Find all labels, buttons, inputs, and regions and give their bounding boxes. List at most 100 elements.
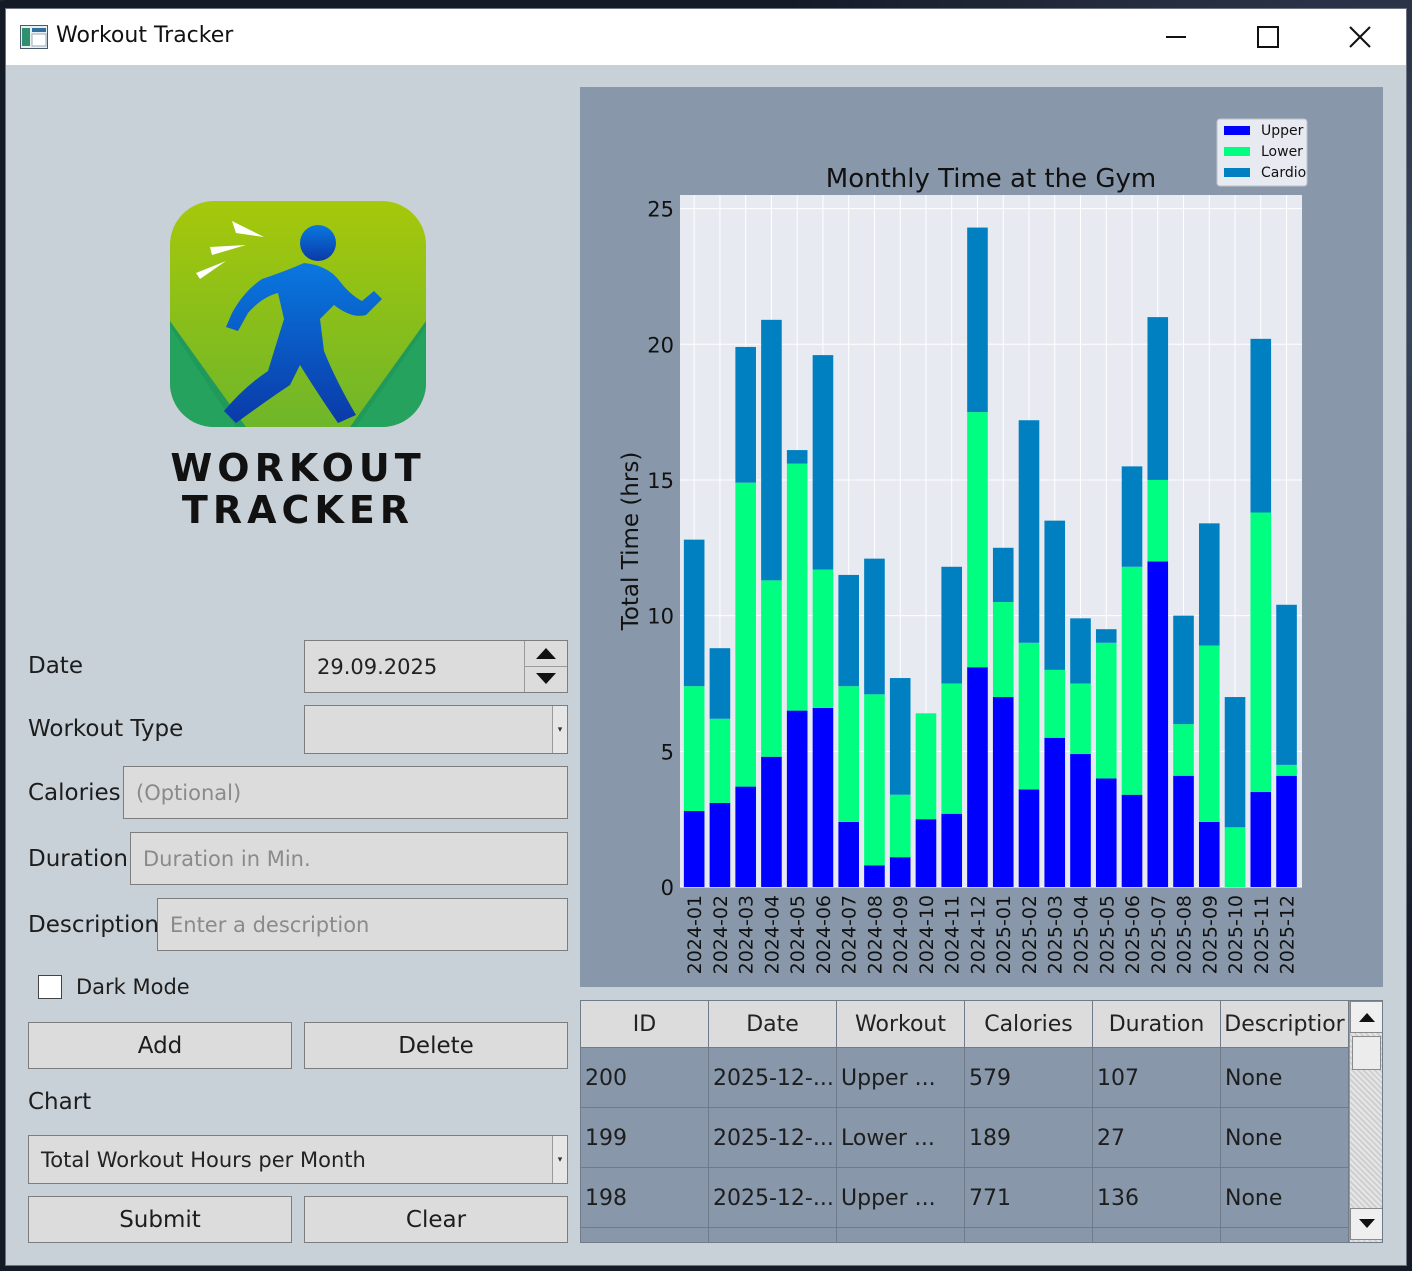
bar-cardio [1198, 523, 1220, 646]
column-header[interactable]: Duration [1093, 1001, 1221, 1048]
maximize-icon [1257, 26, 1279, 48]
minimize-button[interactable] [1130, 9, 1222, 65]
table-cell[interactable]: None [1221, 1168, 1349, 1228]
date-decrement-button[interactable] [525, 667, 567, 693]
bar-lower [1044, 669, 1066, 738]
delete-button[interactable]: Delete [304, 1022, 568, 1069]
table-cell[interactable]: 200 [581, 1048, 709, 1108]
table-cell[interactable] [709, 1228, 837, 1242]
table-cell[interactable] [1221, 1228, 1349, 1242]
workout-type-select[interactable]: ▾ [304, 705, 568, 754]
table-cell[interactable]: Lower ... [837, 1108, 965, 1168]
x-tick-label: 2025-08 [1174, 895, 1196, 974]
y-tick-label: 0 [661, 876, 674, 900]
bar-cardio [1044, 520, 1066, 670]
column-header[interactable]: Date [709, 1001, 837, 1048]
table-cell[interactable]: Upper ... [837, 1168, 965, 1228]
bar-cardio [1250, 338, 1272, 513]
date-spinner [524, 641, 567, 692]
bar-cardio [838, 574, 860, 687]
table-cell[interactable]: 136 [1093, 1168, 1221, 1228]
table-cell[interactable]: 2025-12-... [709, 1108, 837, 1168]
x-tick-label: 2025-11 [1251, 895, 1273, 974]
vertical-scrollbar[interactable] [1349, 1001, 1382, 1242]
bar-cardio [967, 227, 988, 413]
x-tick-label: 2025-07 [1148, 895, 1170, 974]
logo-line1: WORKOUT [170, 446, 425, 490]
legend-label: Upper [1261, 123, 1304, 139]
bar-upper [967, 667, 988, 887]
bar-cardio [1018, 420, 1040, 643]
app-icon [20, 25, 48, 49]
submit-button[interactable]: Submit [28, 1196, 292, 1243]
description-input[interactable]: Enter a description [157, 898, 568, 951]
monthly-time-chart: 05101520252024-01 2024-02 2024-03 2024-04 20… [618, 118, 1308, 974]
y-tick-label: 10 [647, 605, 674, 629]
table-cell[interactable] [581, 1228, 709, 1242]
table-row[interactable]: 200 2025-12-... Upper ... 579 107 None [581, 1048, 1349, 1108]
dark-mode-checkbox[interactable] [38, 975, 62, 999]
table-cell[interactable]: None [1221, 1108, 1349, 1168]
scroll-up-button[interactable] [1350, 1001, 1382, 1033]
table-cell[interactable]: 2025-12-... [709, 1168, 837, 1228]
calories-placeholder: (Optional) [136, 780, 242, 805]
scroll-thumb[interactable] [1352, 1036, 1381, 1070]
window-title: Workout Tracker [56, 23, 234, 48]
add-button[interactable]: Add [28, 1022, 292, 1069]
date-increment-button[interactable] [525, 641, 567, 667]
legend-label: Lower [1261, 144, 1303, 160]
bar-cardio [1173, 615, 1194, 725]
table-cell[interactable]: 189 [965, 1108, 1093, 1168]
scroll-down-button[interactable] [1350, 1208, 1382, 1240]
bar-lower [812, 569, 834, 708]
bar-cardio [864, 558, 885, 695]
column-header[interactable]: Calories [965, 1001, 1093, 1048]
bar-upper [1276, 775, 1297, 887]
table-cell[interactable]: 579 [965, 1048, 1093, 1108]
table-row[interactable]: 198 2025-12-... Upper ... 771 136 None [581, 1168, 1349, 1228]
table-cell[interactable] [965, 1228, 1093, 1242]
workout-table: ID Date Workout Calories Duration Descriptior… [580, 1000, 1383, 1243]
table-cell[interactable]: 198 [581, 1168, 709, 1228]
bar-lower [889, 794, 911, 858]
bar-upper [1070, 754, 1091, 887]
close-button[interactable] [1314, 9, 1406, 65]
bar-upper [1095, 778, 1117, 887]
y-tick-label: 20 [647, 333, 674, 357]
maximize-button[interactable] [1222, 9, 1314, 65]
table-cell[interactable]: 27 [1093, 1108, 1221, 1168]
legend-label: Cardio [1261, 165, 1306, 181]
column-header[interactable]: Descriptior [1221, 1001, 1349, 1048]
table-cell[interactable] [837, 1228, 965, 1242]
bar-lower [992, 602, 1014, 698]
legend-swatch-upper [1224, 126, 1250, 135]
bar-cardio [941, 566, 963, 684]
date-field[interactable]: 29.09.2025 [304, 640, 568, 693]
column-header[interactable]: Workout [837, 1001, 965, 1048]
bar-upper [1121, 794, 1143, 887]
duration-input[interactable]: Duration in Min. [130, 832, 568, 885]
table-cell[interactable]: 771 [965, 1168, 1093, 1228]
x-tick-label: 2024-06 [813, 895, 835, 974]
table-cell[interactable]: Upper ... [837, 1048, 965, 1108]
table-row[interactable] [581, 1228, 1349, 1242]
table-cell[interactable] [1093, 1228, 1221, 1242]
chevron-up-icon [1358, 1013, 1375, 1022]
calories-input[interactable]: (Optional) [123, 766, 568, 819]
table-cell[interactable]: None [1221, 1048, 1349, 1108]
table-row[interactable]: 199 2025-12-... Lower ... 189 27 None [581, 1108, 1349, 1168]
bar-lower [786, 463, 808, 711]
bar-lower [735, 482, 756, 787]
bar-lower [915, 713, 937, 820]
table-cell[interactable]: 199 [581, 1108, 709, 1168]
bar-lower [1121, 566, 1143, 795]
table-cell[interactable]: 107 [1093, 1048, 1221, 1108]
clear-button[interactable]: Clear [304, 1196, 568, 1243]
chart-select[interactable]: Total Workout Hours per Month ▾ [28, 1135, 568, 1184]
column-header[interactable]: ID [581, 1001, 709, 1048]
dropdown-arrow-icon: ▾ [552, 706, 567, 753]
workout-tracker-logo: WORKOUT TRACKER [170, 201, 426, 531]
table-cell[interactable]: 2025-12-... [709, 1048, 837, 1108]
chevron-up-icon [536, 648, 556, 660]
x-tick-label: 2025-10 [1225, 895, 1247, 974]
